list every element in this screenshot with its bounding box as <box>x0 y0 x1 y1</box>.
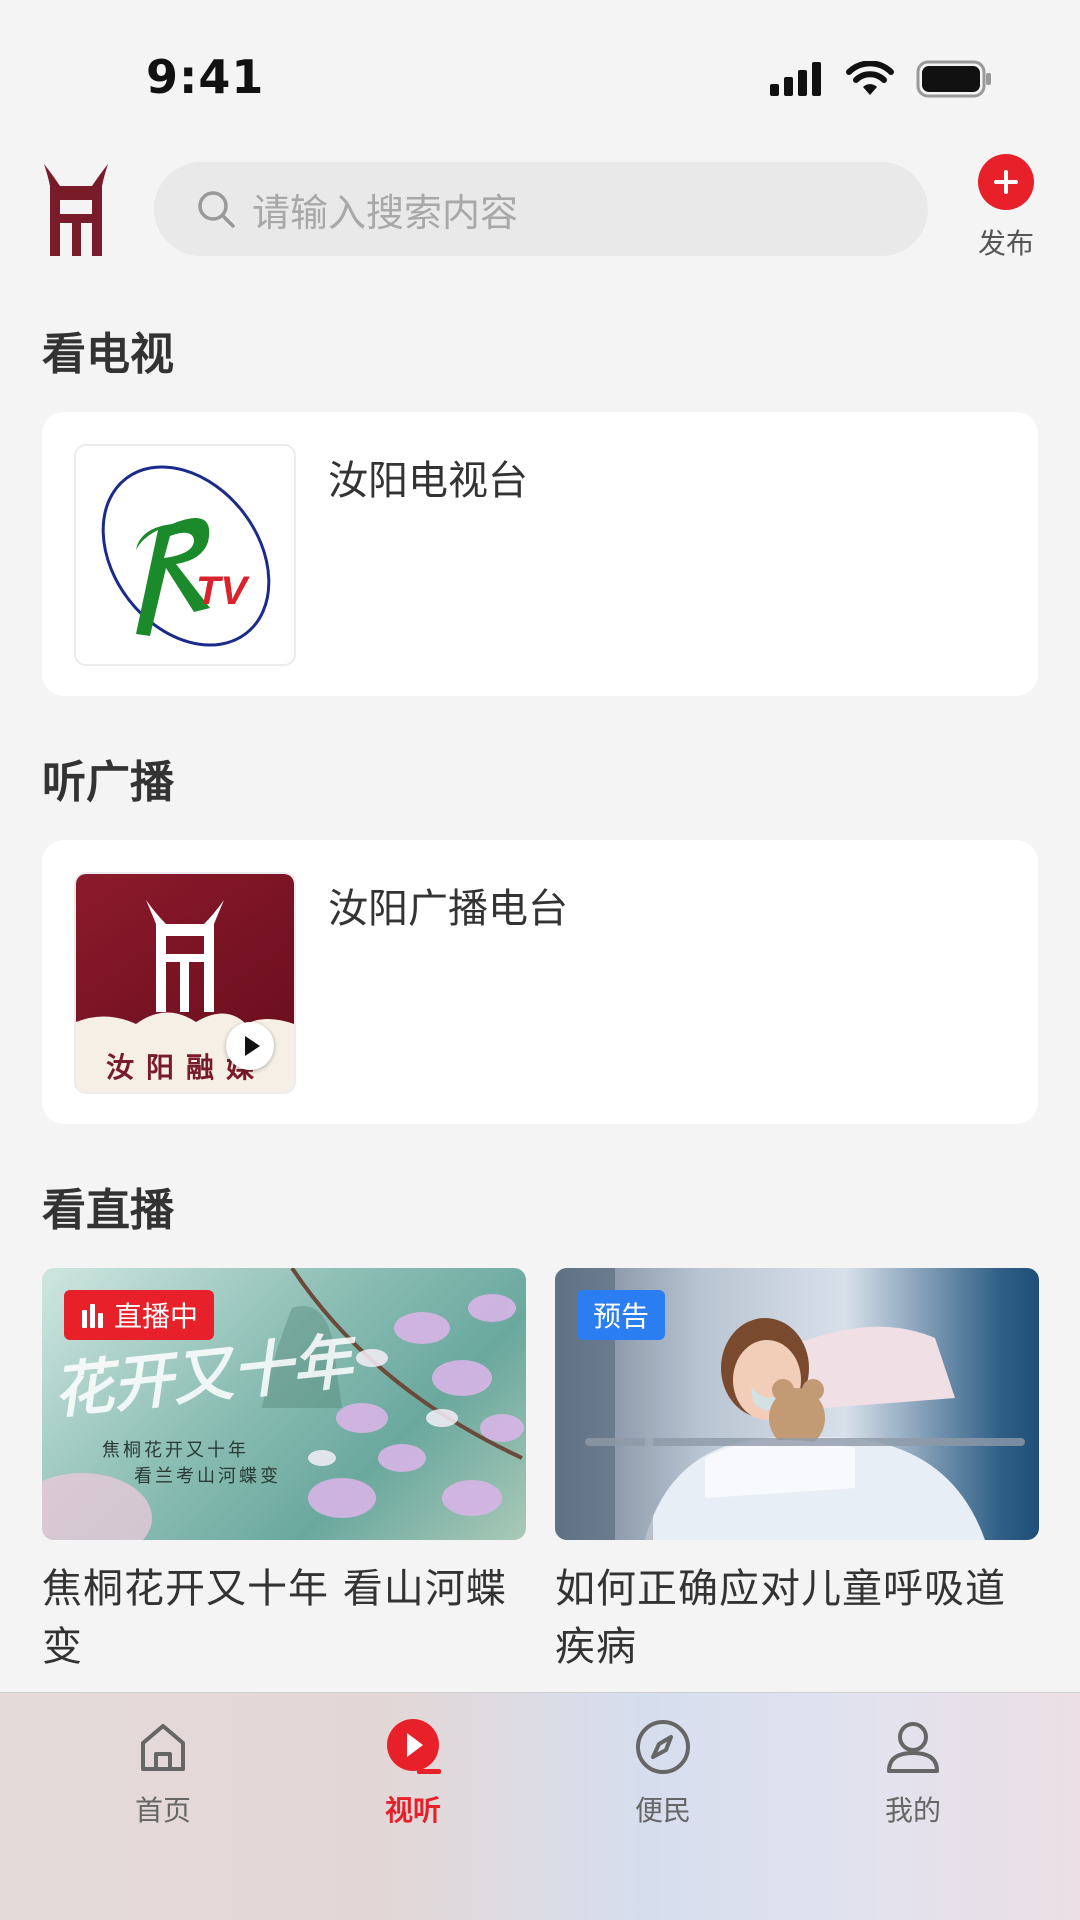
plus-icon <box>978 154 1034 210</box>
home-icon <box>141 1724 185 1771</box>
radio-station-name: 汝阳广播电台 <box>328 886 568 932</box>
section-title-tv: 看电视 <box>42 329 174 380</box>
section-title-radio: 听广播 <box>42 757 174 808</box>
radio-logo: 汝阳融媒 <box>74 872 296 1094</box>
tab-profile-label: 我的 <box>884 1794 941 1827</box>
publish-button[interactable]: 发布 <box>966 154 1046 262</box>
tv-station-card[interactable]: TV 汝阳电视台 <box>42 412 1038 696</box>
preview-thumbnail: 预告 <box>555 1268 1039 1540</box>
live-item[interactable]: 花开又十年 焦桐花开又十年 看兰考山河蝶变 直播中 焦桐花开又十年 看山河蝶变 <box>42 1268 526 1676</box>
tab-home-label: 首页 <box>134 1794 191 1827</box>
play-icon <box>387 1719 441 1774</box>
equalizer-icon <box>82 1304 103 1328</box>
signal-icon <box>770 62 821 96</box>
live-badge-label: 直播中 <box>114 1300 199 1333</box>
tab-media-label: 视听 <box>384 1794 441 1827</box>
status-icons <box>770 60 992 98</box>
publish-label: 发布 <box>977 227 1034 260</box>
play-icon <box>245 1036 260 1056</box>
live-title: 焦桐花开又十年 看山河蝶变 <box>42 1566 507 1670</box>
tab-media[interactable]: 视听 <box>343 1717 483 1829</box>
preview-title: 如何正确应对儿童呼吸道疾病 <box>555 1566 1006 1670</box>
preview-badge-label: 预告 <box>593 1300 650 1333</box>
wifi-icon <box>846 61 894 95</box>
user-icon <box>887 1722 939 1773</box>
tv-station-name: 汝阳电视台 <box>328 458 528 504</box>
play-button[interactable] <box>226 1022 274 1070</box>
tab-profile[interactable]: 我的 <box>843 1717 983 1829</box>
svg-text:TV: TV <box>196 569 250 613</box>
status-bar: 9:41 <box>0 0 1080 150</box>
tab-bar: 首页 视听 便民 我的 <box>0 1692 1080 1920</box>
section-title-live: 看直播 <box>42 1185 174 1236</box>
preview-item[interactable]: 预告 如何正确应对儿童呼吸道疾病 <box>555 1268 1039 1676</box>
tab-services-label: 便民 <box>634 1794 691 1827</box>
status-time: 9:41 <box>146 50 265 104</box>
tab-home[interactable]: 首页 <box>93 1717 233 1829</box>
header: 请输入搜索内容 发布 <box>0 150 1080 270</box>
live-image-subtitle-1: 焦桐花开又十年 <box>102 1440 249 1461</box>
search-icon <box>198 191 235 228</box>
live-badge: 直播中 <box>64 1290 215 1340</box>
search-input[interactable]: 请输入搜索内容 <box>154 162 928 256</box>
rtv-logo: TV <box>74 444 296 666</box>
radio-station-card[interactable]: 汝阳融媒 汝阳广播电台 <box>42 840 1038 1124</box>
tab-services[interactable]: 便民 <box>593 1717 733 1829</box>
live-image-subtitle-2: 看兰考山河蝶变 <box>134 1466 281 1487</box>
app-logo[interactable] <box>38 160 114 260</box>
battery-icon <box>916 60 991 98</box>
preview-badge: 预告 <box>577 1290 666 1340</box>
search-placeholder: 请输入搜索内容 <box>252 190 519 235</box>
live-thumbnail: 花开又十年 焦桐花开又十年 看兰考山河蝶变 直播中 <box>42 1268 526 1540</box>
compass-icon <box>636 1720 690 1774</box>
